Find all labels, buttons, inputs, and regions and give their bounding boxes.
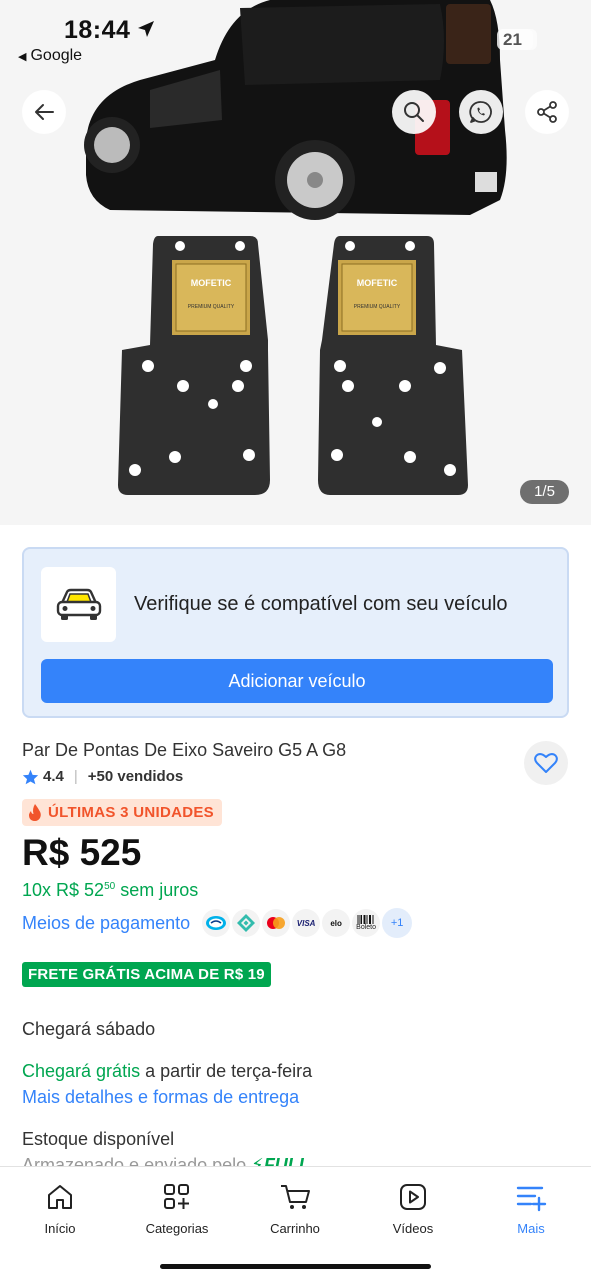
tab-videos-label: Vídeos: [392, 1221, 434, 1236]
product-title: Par De Pontas De Eixo Saveiro G5 A G8: [22, 740, 347, 760]
tab-inicio[interactable]: Início: [10, 1179, 110, 1236]
tab-categorias[interactable]: Categorias: [127, 1179, 227, 1236]
share-icon: [537, 101, 557, 123]
categories-icon: [164, 1184, 189, 1209]
product-price: R$ 525: [22, 832, 142, 873]
heart-icon: [534, 753, 558, 773]
search-button[interactable]: [392, 90, 436, 134]
home-indicator: [160, 1264, 431, 1269]
compatibility-title: Verifique se é compatível com seu veícul…: [134, 593, 508, 615]
star-icon: [22, 769, 39, 784]
battery-indicator: 21: [497, 29, 537, 50]
location-arrow-icon: [138, 21, 154, 37]
shipping-details-link[interactable]: Mais detalhes e formas de entrega: [22, 1087, 299, 1108]
add-vehicle-button[interactable]: Adicionar veículo: [41, 659, 553, 703]
sold-count: +50 vendidos: [87, 768, 184, 785]
rating-separator: |: [73, 768, 78, 785]
back-triangle-icon: ◀: [18, 51, 27, 63]
compatibility-card: Verifique se é compatível com seu veícul…: [22, 547, 569, 718]
installments-suffix: sem juros: [115, 880, 199, 900]
rating-row[interactable]: 4.4 | +50 vendidos: [22, 768, 183, 785]
status-bar: 18:44 ◀ Google 21: [0, 0, 591, 80]
tab-mais[interactable]: Mais: [481, 1179, 581, 1236]
cart-icon: [281, 1185, 310, 1209]
more-payment-methods[interactable]: +1: [382, 908, 413, 938]
boleto-label: Boleto: [356, 924, 377, 931]
plate-brand-right: MOFETIC: [357, 278, 398, 288]
elo-icon: elo: [322, 909, 351, 937]
pix-icon: [232, 909, 261, 937]
visa-icon: VISA: [292, 909, 321, 937]
tab-inicio-label: Início: [44, 1221, 76, 1236]
mercado-pago-icon: [202, 909, 231, 937]
arrival-text: Chegará sábado: [22, 1019, 156, 1039]
tab-mais-label: Mais: [517, 1221, 545, 1236]
svg-text:PREMIUM QUALITY: PREMIUM QUALITY: [188, 304, 235, 310]
menu-plus-icon: [516, 1186, 547, 1212]
tab-carrinho[interactable]: Carrinho: [245, 1179, 345, 1236]
arrow-left-icon: [35, 104, 54, 120]
car-icon-box: [41, 567, 116, 642]
installments: 10x R$ 5250 sem juros: [22, 880, 198, 901]
bottom-tab-bar: Início Categorias Carrinho Vídeos Mais: [0, 1166, 591, 1280]
boleto-icon: Boleto: [352, 909, 381, 937]
whatsapp-share-button[interactable]: [459, 90, 503, 134]
payment-methods-row[interactable]: Meios de pagamento VISA elo Boleto +1: [22, 907, 413, 939]
free-arrival-highlight: Chegará grátis: [22, 1061, 141, 1081]
svg-text:PREMIUM QUALITY: PREMIUM QUALITY: [354, 304, 401, 310]
tab-categorias-label: Categorias: [145, 1221, 209, 1236]
stock-title: Estoque disponível: [22, 1129, 175, 1149]
axle-plate-left: MOFETIC PREMIUM QUALITY: [118, 236, 270, 495]
status-time: 18:44: [64, 16, 131, 44]
free-arrival-rest: a partir de terça-feira: [140, 1061, 313, 1081]
product-gallery[interactable]: MOFETIC PREMIUM QUALITY MOFETIC PREMIUM …: [0, 0, 591, 525]
share-button[interactable]: [525, 90, 569, 134]
plate-brand-left: MOFETIC: [191, 278, 232, 288]
payment-methods-link[interactable]: Meios de pagamento: [22, 913, 190, 934]
back-to-app-link[interactable]: ◀ Google: [18, 47, 82, 65]
back-app-label: Google: [30, 47, 83, 64]
mastercard-icon: [262, 909, 291, 937]
flame-icon: [29, 804, 41, 821]
video-icon: [400, 1184, 426, 1210]
favorite-button[interactable]: [524, 741, 568, 785]
tab-carrinho-label: Carrinho: [270, 1221, 320, 1236]
battery-level: 21: [503, 30, 522, 49]
tab-videos[interactable]: Vídeos: [363, 1179, 463, 1236]
rating-value: 4.4: [43, 768, 64, 785]
axle-plate-right: MOFETIC PREMIUM QUALITY: [318, 236, 468, 495]
installments-prefix: 10x R$ 52: [22, 880, 105, 900]
installments-cents: 50: [104, 881, 116, 892]
gallery-pager: 1/5: [520, 480, 569, 504]
home-icon: [48, 1185, 72, 1209]
whatsapp-icon: [469, 101, 492, 123]
free-shipping-badge: FRETE GRÁTIS ACIMA DE R$ 19: [22, 962, 271, 987]
last-units-text: ÚLTIMAS 3 UNIDADES: [48, 804, 214, 821]
back-button[interactable]: [22, 90, 66, 134]
car-icon: [56, 588, 101, 620]
search-icon: [404, 102, 424, 122]
free-arrival-text: Chegará grátis a partir de terça-feira: [22, 1061, 312, 1082]
last-units-badge: ÚLTIMAS 3 UNIDADES: [22, 799, 222, 826]
